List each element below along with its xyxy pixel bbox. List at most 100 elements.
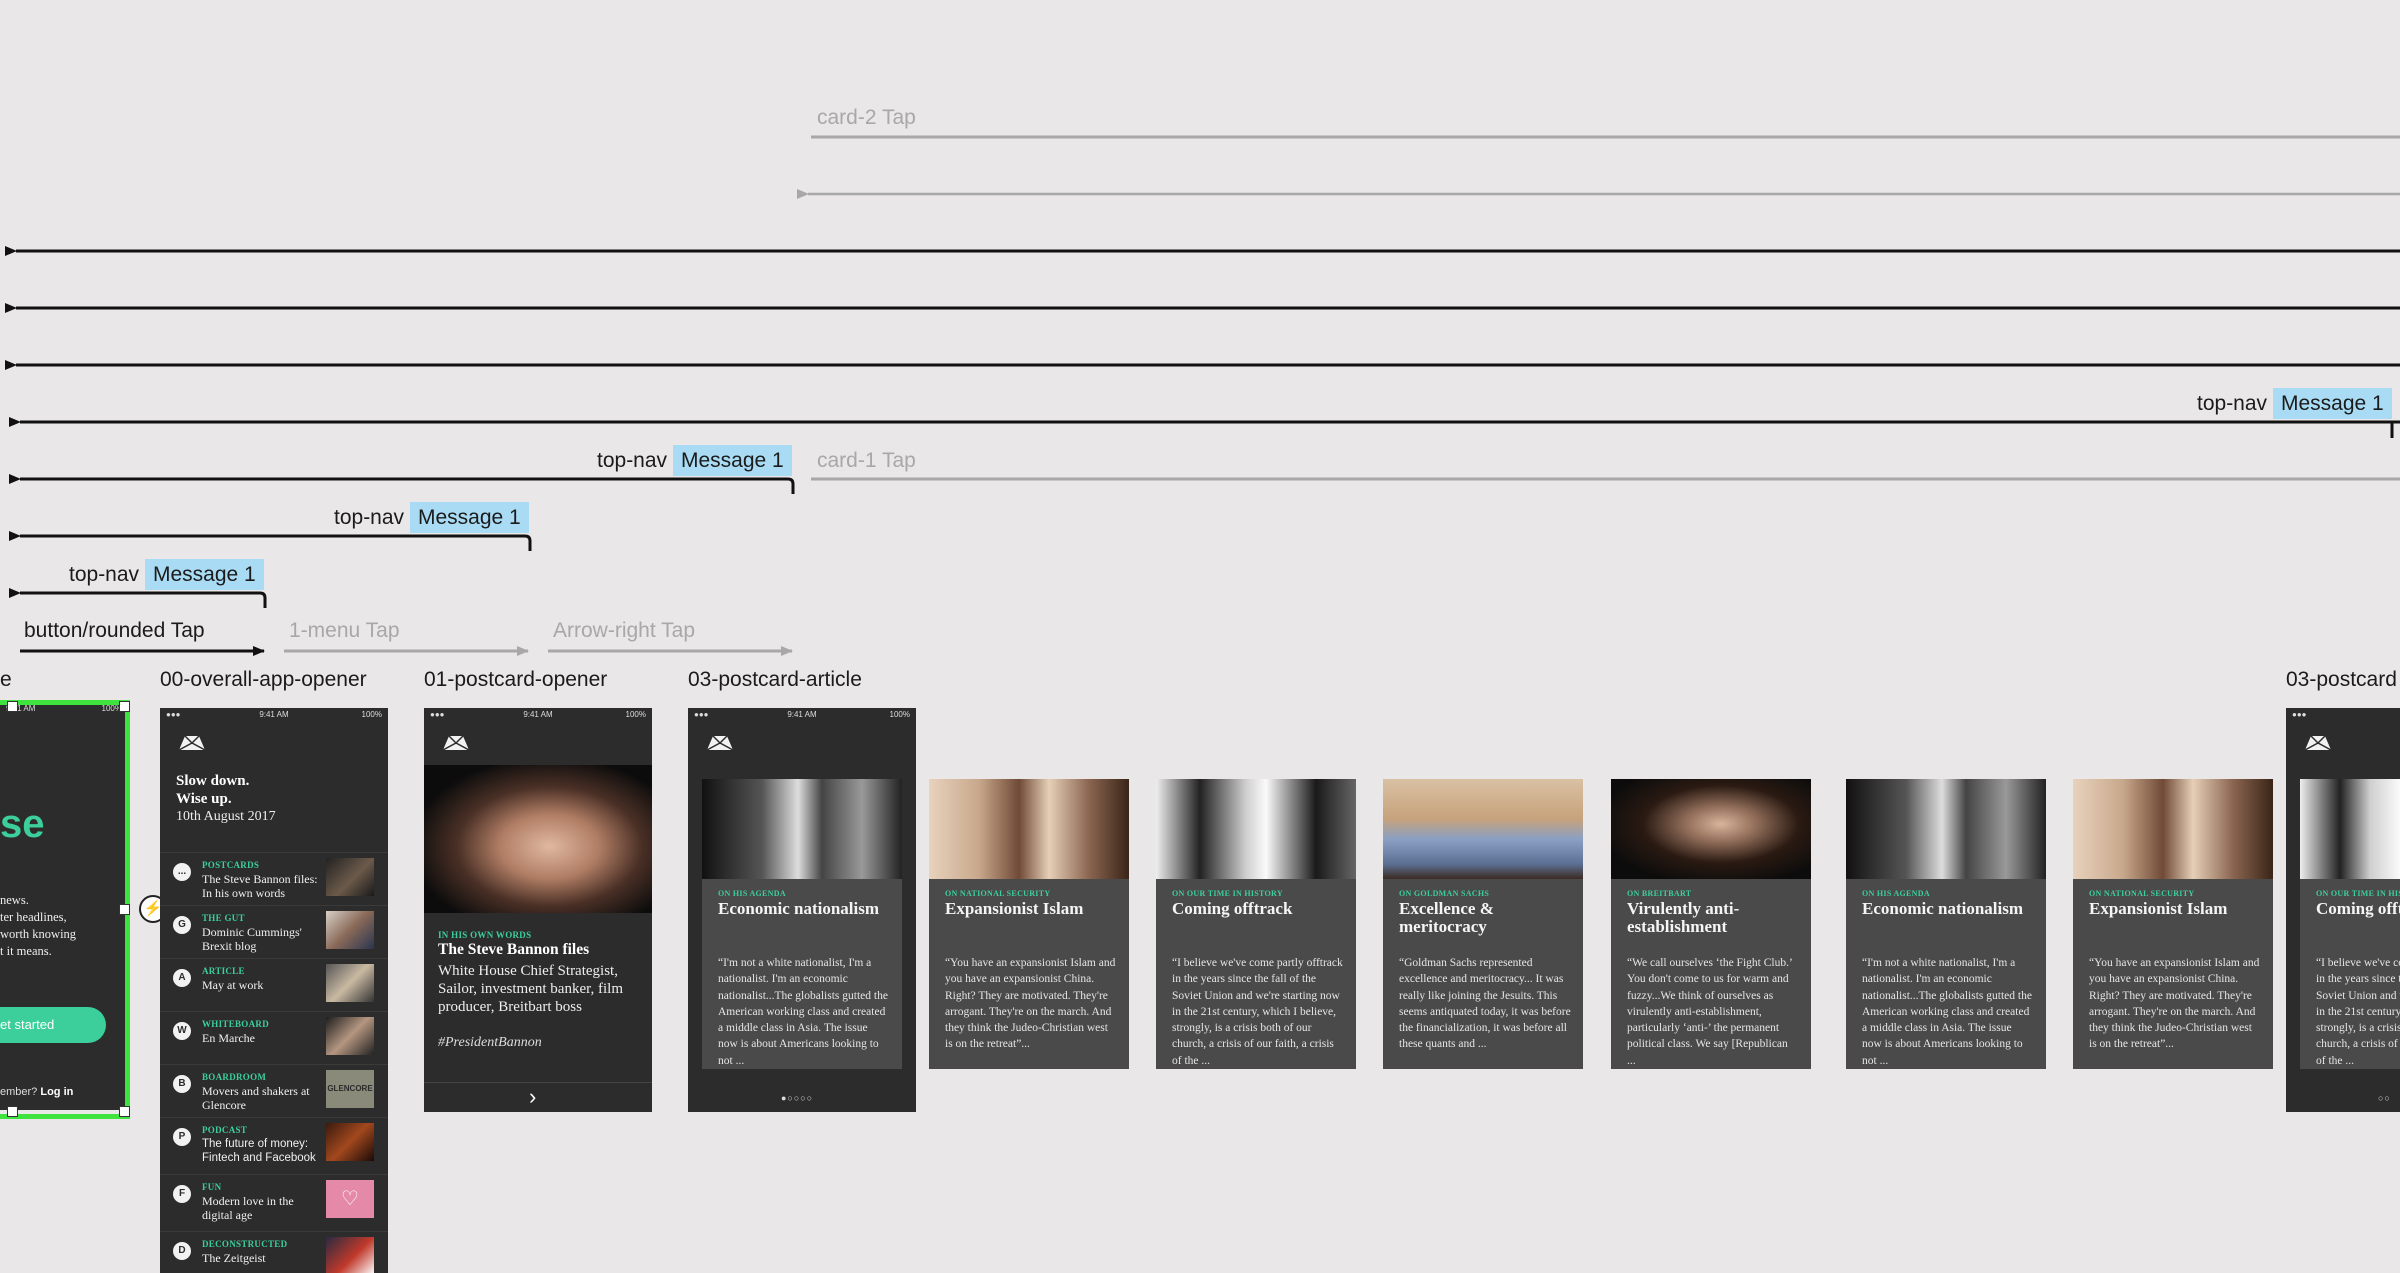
message-chip[interactable]: Message 1 xyxy=(2273,388,2392,419)
button-rounded-tap-label: button/rounded Tap xyxy=(24,619,205,642)
item-text: The Steve Bannon files: In his own words xyxy=(202,872,318,900)
overall-app-opener-frame[interactable]: ●●● 9:41 AM 100% Slow down. Wise up. 10t… xyxy=(160,708,388,1273)
list-item[interactable]: W WHITEBOARD En Marche xyxy=(160,1011,388,1064)
card-body: “I'm not a white nationalist, I'm a nati… xyxy=(1862,957,2032,1067)
item-text: The Zeitgeist xyxy=(202,1251,266,1265)
selection-handle[interactable] xyxy=(119,904,130,915)
list-item[interactable]: D DECONSTRUCTED The Zeitgeist xyxy=(160,1231,388,1273)
selection-handle[interactable] xyxy=(119,701,130,712)
card-photo xyxy=(702,779,902,879)
list-item[interactable]: A ARTICLE May at work xyxy=(160,958,388,1011)
status-bar: ●●● xyxy=(2292,710,2307,719)
arrow-right-icon[interactable]: › xyxy=(529,1084,536,1110)
selection-handle[interactable] xyxy=(7,701,18,712)
article-card[interactable]: ON OUR TIME IN HISTORY Coming offtrack “… xyxy=(1156,779,1356,1069)
item-text: Movers and shakers at Glencore xyxy=(202,1084,310,1112)
article-card[interactable]: ON NATIONAL SECURITY Expansionist Islam … xyxy=(929,779,1129,1069)
card-category: ON GOLDMAN SACHS xyxy=(1399,889,1490,898)
heart-icon: ♡ xyxy=(326,1180,374,1218)
postcard-title: The Steve Bannon files xyxy=(438,941,590,958)
postcard-description: White House Chief Strategist, Sailor, in… xyxy=(438,963,624,1015)
list-item[interactable]: P PODCAST The future of money: Fintech a… xyxy=(160,1117,388,1174)
card-title: Economic nationalism xyxy=(718,899,880,918)
top-nav-arrow-article[interactable] xyxy=(8,474,795,494)
tortoise-logo-icon[interactable] xyxy=(440,730,472,756)
item-thumbnail xyxy=(326,858,374,896)
opener-date: 10th August 2017 xyxy=(176,809,276,824)
article-card[interactable]: ON GOLDMAN SACHS Excellence & meritocrac… xyxy=(1383,779,1583,1069)
card-title: Excellence & meritocracy xyxy=(1399,899,1494,936)
postcard-category: IN HIS OWN WORDS xyxy=(438,930,532,940)
tortoise-logo-icon[interactable] xyxy=(2302,730,2334,756)
item-text: The future of money: Fintech and Faceboo… xyxy=(202,1138,316,1164)
card-1-tap-label: card-1 Tap xyxy=(817,449,916,472)
status-battery: 100% xyxy=(625,710,646,719)
postcard-opener-frame[interactable]: ●●● 9:41 AM 100% IN HIS OWN WORDS The St… xyxy=(424,708,652,1112)
card-body: “I believe we've come partly offtrack in… xyxy=(2316,957,2400,1067)
card-title: Expansionist Islam xyxy=(945,899,1084,918)
item-category: DECONSTRUCTED xyxy=(202,1239,288,1249)
card-category: ON OUR TIME IN HISTORY xyxy=(1172,889,1283,898)
menu-tap-label: 1-menu Tap xyxy=(289,619,400,642)
gut-icon: G xyxy=(173,916,191,934)
card-title: Coming offtrack xyxy=(1172,899,1293,918)
article-card[interactable]: ON NATIONAL SECURITY Expansionist Islam … xyxy=(2073,779,2273,1069)
card-title: Expansionist Islam xyxy=(2089,899,2228,918)
status-time: 9:41 AM xyxy=(259,710,289,719)
item-thumbnail xyxy=(326,1237,374,1273)
opener-headline: Slow down. Wise up. xyxy=(176,772,249,808)
article-card[interactable]: ON OUR TIME IN HISTORY Coming offtrack “… xyxy=(2300,779,2400,1069)
selection-handle[interactable] xyxy=(7,1106,18,1117)
article-card[interactable]: ON HIS AGENDA Economic nationalism “I'm … xyxy=(1846,779,2046,1069)
headline-line: Wise up. xyxy=(176,791,232,807)
card-body: “I'm not a white nationalist, I'm a nati… xyxy=(718,957,888,1067)
message-chip[interactable]: Message 1 xyxy=(410,502,529,533)
item-thumbnail: GLENCORE xyxy=(326,1070,374,1108)
message-chip[interactable]: Message 1 xyxy=(145,559,264,590)
card-photo xyxy=(1846,779,2046,879)
frame-label: 03-postcard-article xyxy=(688,668,862,691)
list-item[interactable]: B BOARDROOM Movers and shakers at Glenco… xyxy=(160,1064,388,1117)
pagination-dots[interactable]: ●○○○○ xyxy=(781,1093,813,1103)
top-nav-arrow-postcard[interactable] xyxy=(8,531,532,551)
status-bar: ●●● 9:41 AM 100% xyxy=(424,708,652,722)
item-category: THE GUT xyxy=(202,913,245,923)
selection-handle[interactable] xyxy=(119,1106,130,1117)
article-card[interactable]: ON BREITBART Virulently anti-establishme… xyxy=(1611,779,1811,1069)
list-item[interactable]: F FUN Modern love in the digital age ♡ xyxy=(160,1174,388,1231)
message-chip[interactable]: Message 1 xyxy=(673,445,792,476)
list-item[interactable]: G THE GUT Dominic Cummings' Brexit blog xyxy=(160,905,388,958)
card-body: “Goldman Sachs represented excellence an… xyxy=(1399,957,1571,1051)
frame-label: e xyxy=(0,668,12,691)
item-thumbnail xyxy=(326,964,374,1002)
card-category: ON HIS AGENDA xyxy=(1862,889,1930,898)
card-photo xyxy=(1383,779,1583,879)
item-thumbnail xyxy=(326,1017,374,1055)
item-category: WHITEBOARD xyxy=(202,1019,270,1029)
item-thumbnail xyxy=(326,1123,374,1161)
status-bar: ●●● 9:41 AM 100% xyxy=(688,708,916,722)
top-nav-arrow-opener[interactable] xyxy=(8,588,267,608)
headline-line: Slow down. xyxy=(176,773,250,789)
card-category: ON NATIONAL SECURITY xyxy=(945,889,1051,898)
postcard-hashtag: #PresidentBannon xyxy=(438,1035,542,1050)
item-category: FUN xyxy=(202,1182,222,1192)
whiteboard-icon: W xyxy=(173,1022,191,1040)
status-time: 9:41 AM xyxy=(787,710,817,719)
status-time: 9:41 AM xyxy=(523,710,553,719)
tortoise-logo-icon[interactable] xyxy=(704,730,736,756)
arrow-right-tap-label: Arrow-right Tap xyxy=(553,619,695,642)
hero-photo xyxy=(424,765,652,913)
frame-label: 03-postcard xyxy=(2286,668,2397,691)
card-title: Economic nationalism xyxy=(1862,899,2024,918)
pagination-dots[interactable]: ○○ xyxy=(2378,1093,2391,1103)
card-photo xyxy=(929,779,1129,879)
status-battery: 100% xyxy=(361,710,382,719)
article-card[interactable]: ON HIS AGENDA Economic nationalism “I'm … xyxy=(702,779,902,1069)
item-text: May at work xyxy=(202,978,264,992)
postcards-icon: ... xyxy=(173,863,191,881)
list-item[interactable]: ... POSTCARDS The Steve Bannon files: In… xyxy=(160,852,388,905)
top-nav-label: top-nav xyxy=(597,449,668,472)
tortoise-logo-icon[interactable] xyxy=(176,730,208,756)
divider xyxy=(424,1082,652,1083)
